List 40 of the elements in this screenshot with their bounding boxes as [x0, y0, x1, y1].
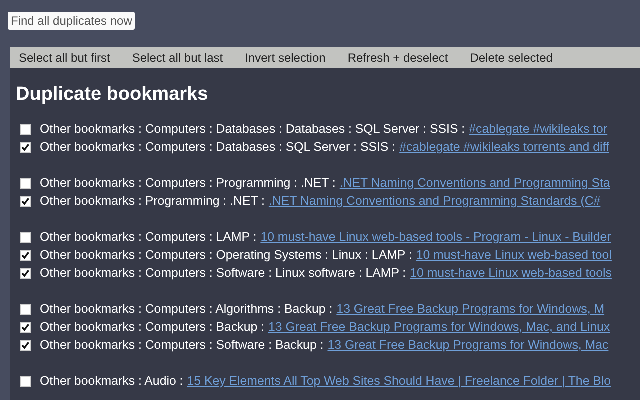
toolbar-button[interactable]: Delete selected	[470, 50, 553, 64]
bookmark-path: Other bookmarks : Computers : Algorithms : Backup :	[40, 302, 333, 316]
bookmark-path: Other bookmarks : Programming : .NET :	[40, 194, 265, 208]
bookmark-link[interactable]: 15 Key Elements All Top Web Sites Should Have | Freelance Folder | The Blo	[187, 374, 612, 388]
bookmark-link[interactable]: 10 must-have Linux web-based tools - Program - Linux - Builder	[260, 230, 612, 244]
bookmark-path: Other bookmarks : Computers : LAMP :	[40, 230, 257, 244]
checkbox[interactable]	[20, 142, 31, 152]
toolbar-button[interactable]: Refresh + deselect	[348, 50, 448, 64]
checkbox[interactable]	[20, 340, 31, 350]
bookmark-path: Other bookmarks : Computers : Databases : Databases : SQL Server : SSIS :	[40, 122, 466, 136]
bookmark-link[interactable]: .NET Naming Conventions and Programming Sta	[340, 176, 610, 190]
bookmark-path: Other bookmarks : Computers : Databases : SQL Server : SSIS :	[40, 140, 396, 154]
bookmark-link[interactable]: 10 must-have Linux web-based tools	[410, 266, 612, 280]
bookmark-link[interactable]: 13 Great Free Backup Programs for Windows, Mac	[328, 338, 609, 352]
bookmark-link[interactable]: .NET Naming Conventions and Programming Standards (C#	[268, 194, 601, 208]
bookmark-path: Other bookmarks : Computers : Backup :	[40, 320, 264, 334]
toolbar-button[interactable]: Select all but last	[132, 50, 224, 64]
checkbox[interactable]	[20, 232, 31, 242]
checkbox[interactable]	[20, 124, 31, 134]
checkbox[interactable]	[20, 268, 31, 278]
checkbox[interactable]	[20, 322, 31, 332]
bookmark-path: Other bookmarks : Audio :	[40, 374, 184, 388]
bookmark-link[interactable]: 13 Great Free Backup Programs for Windows, M	[336, 302, 605, 316]
bookmark-link[interactable]: 10 must-have Linux web-based tool	[416, 248, 612, 262]
toolbar-button[interactable]: Invert selection	[245, 50, 326, 64]
checkbox[interactable]	[20, 304, 31, 314]
bookmark-path: Other bookmarks : Computers : Operating Systems : Linux : LAMP :	[40, 248, 412, 262]
checkbox[interactable]	[20, 376, 31, 386]
find-duplicates-button[interactable]: Find all duplicates now	[8, 12, 136, 30]
bookmark-link[interactable]: #cablegate #wikileaks tor	[469, 122, 608, 136]
toolbar-button[interactable]: Select all but first	[19, 50, 110, 64]
checkbox[interactable]	[20, 250, 31, 260]
checkbox[interactable]	[20, 196, 31, 206]
checkbox[interactable]	[20, 178, 31, 188]
bookmark-link[interactable]: #cablegate #wikileaks torrents and diff	[400, 140, 610, 154]
bookmark-path: Other bookmarks : Computers : Programming : .NET :	[40, 176, 336, 190]
bookmark-path: Other bookmarks : Computers : Software : Backup :	[40, 338, 324, 352]
bookmark-path: Other bookmarks : Computers : Software : Linux software : LAMP :	[40, 266, 406, 280]
bookmark-link[interactable]: 13 Great Free Backup Programs for Windows, Mac, and Linux	[268, 320, 610, 334]
section-heading: Duplicate bookmarks	[16, 84, 210, 106]
